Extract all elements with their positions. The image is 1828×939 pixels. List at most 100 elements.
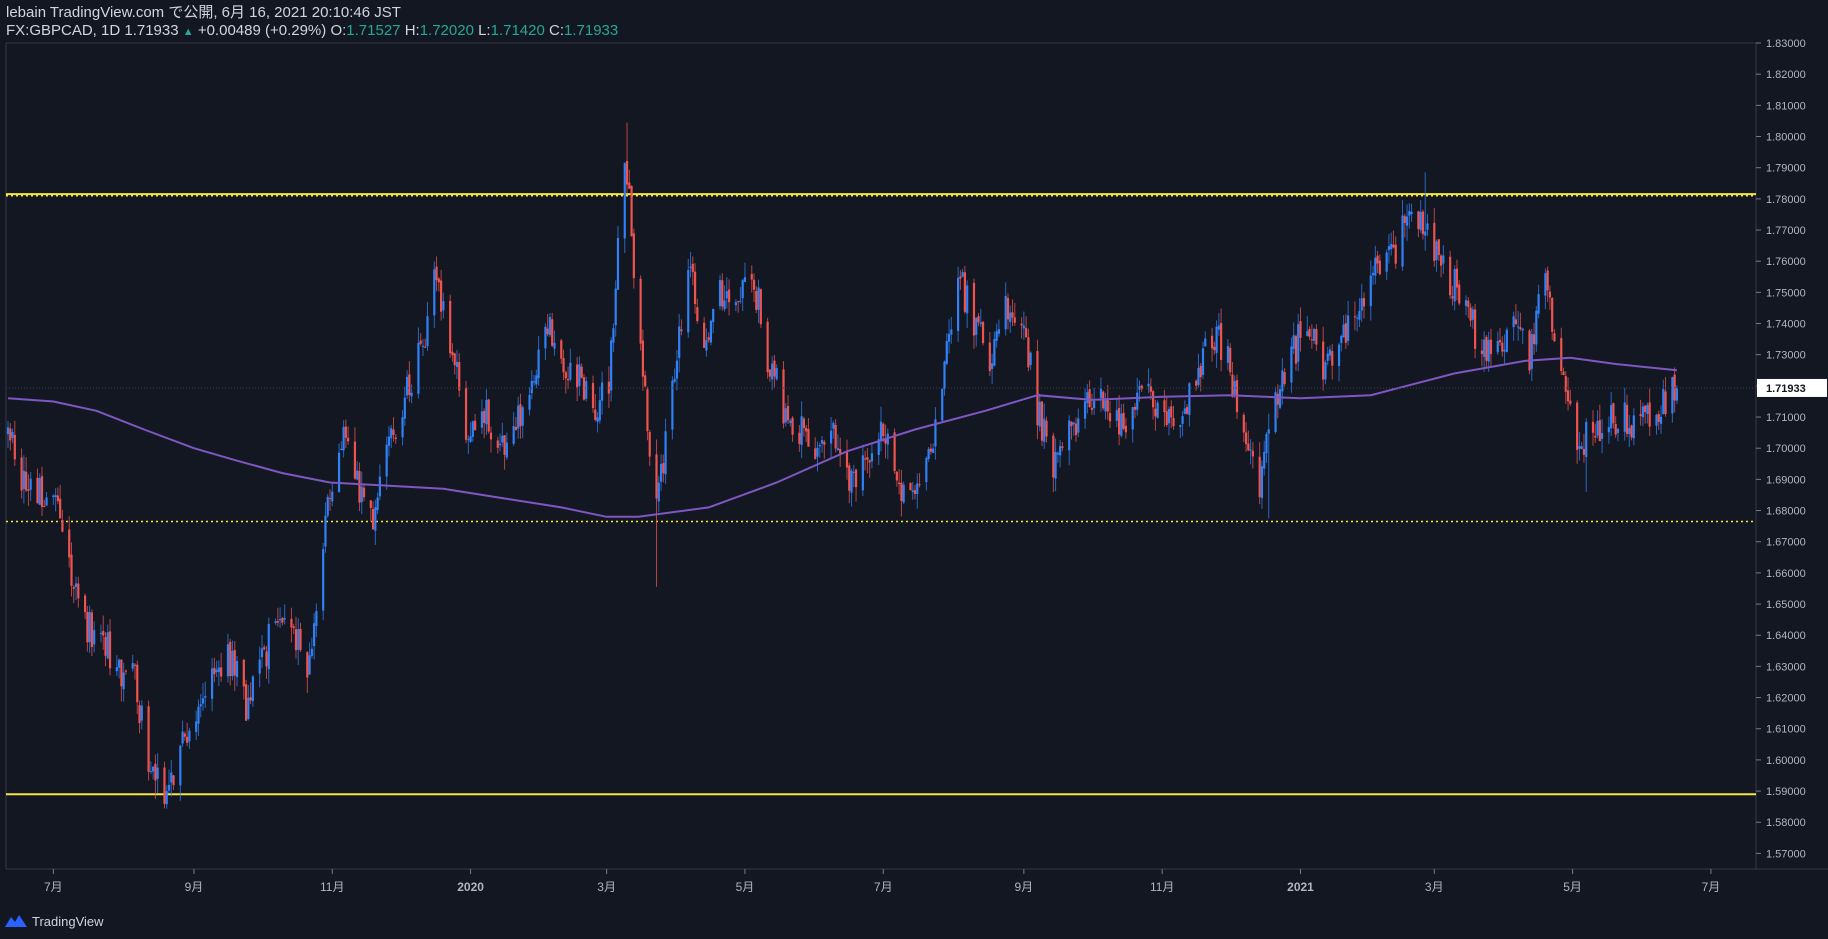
candle-body	[1108, 413, 1112, 422]
brand-label: TradingView	[32, 913, 104, 929]
candle-body	[1294, 335, 1298, 364]
candle-body	[1093, 400, 1096, 409]
candle-body	[306, 652, 309, 678]
candle-body	[696, 307, 699, 322]
candle-body	[102, 631, 105, 636]
candle-body	[512, 426, 515, 444]
candle-body	[1347, 315, 1350, 341]
candle-body	[1519, 327, 1522, 330]
candle-body	[1625, 404, 1629, 434]
candle-body	[1392, 244, 1395, 248]
candle-body	[1124, 425, 1127, 433]
candle-body	[215, 669, 218, 673]
time-tick-label: 3月	[1425, 880, 1444, 894]
candle-body	[458, 362, 461, 391]
candle-body	[483, 410, 486, 423]
candle-body	[328, 498, 332, 500]
price-tick-label: 1.64000	[1766, 630, 1806, 642]
candle-body	[1426, 223, 1429, 230]
price-axis[interactable]: 1.57000 1.58000 1.59000 1.60000 1.61000 1.620…	[1756, 38, 1806, 860]
candle-body	[1220, 323, 1223, 361]
candle-body	[1612, 403, 1615, 424]
candle-body	[600, 382, 604, 401]
candle-body	[1310, 339, 1313, 341]
price-tick-label: 1.65000	[1766, 599, 1806, 611]
candle-body	[1308, 328, 1311, 337]
candle-body	[546, 328, 549, 335]
candle-body	[421, 345, 425, 347]
price-tick-label: 1.75000	[1766, 287, 1806, 299]
candle-body	[54, 495, 57, 498]
candle-body	[342, 426, 345, 451]
candle-body	[1394, 244, 1397, 264]
candle-body	[786, 405, 790, 421]
candle-body	[1501, 342, 1504, 352]
candle-body	[233, 649, 236, 676]
candle-body	[596, 417, 599, 422]
candle-body	[387, 436, 391, 446]
candle-body	[313, 623, 316, 647]
candle-body	[945, 341, 948, 364]
candle-body	[417, 342, 420, 394]
candle-body	[1324, 362, 1327, 380]
candle-body	[678, 326, 681, 358]
candle-body	[662, 463, 665, 474]
candle-body	[1537, 294, 1540, 314]
candle-body	[1532, 334, 1536, 344]
candle-body	[394, 437, 397, 439]
candle-body	[1099, 388, 1103, 398]
candle-body	[655, 454, 658, 499]
candle-body	[514, 426, 518, 430]
candle-body	[1006, 297, 1010, 320]
candle-body	[20, 457, 23, 491]
price-chart[interactable]: 1.57000 1.58000 1.59000 1.60000 1.61000 1.620…	[0, 0, 1828, 939]
time-tick-label: 7月	[44, 880, 63, 894]
candle-body	[136, 664, 139, 703]
candle-body	[1614, 424, 1617, 435]
candle-body	[997, 329, 1001, 334]
time-tick-label: 5月	[1563, 880, 1582, 894]
candle-body	[204, 695, 207, 698]
price-tick-label: 1.69000	[1766, 474, 1806, 486]
candle-body	[610, 340, 613, 391]
candle-body	[36, 477, 39, 504]
candle-body	[217, 667, 220, 673]
candle-body	[743, 277, 747, 282]
candle-body	[950, 329, 953, 335]
candle-body	[1210, 335, 1214, 349]
candle-body	[594, 409, 597, 420]
candle-body	[496, 440, 499, 448]
price-tick-label: 1.58000	[1766, 817, 1806, 829]
candle-body	[258, 659, 261, 674]
candle-body	[1149, 386, 1152, 392]
candle-body	[709, 320, 713, 343]
candle-body	[118, 659, 121, 668]
candle-body	[1249, 449, 1252, 451]
candle-body	[376, 497, 379, 511]
moving-average	[7, 356, 1678, 518]
candle-body	[99, 632, 103, 634]
candle-body	[6, 427, 10, 435]
candle-body	[562, 358, 565, 373]
candle-body	[707, 337, 710, 341]
candle-body	[1585, 421, 1588, 457]
candle-body	[582, 377, 586, 400]
candle-body	[870, 453, 874, 462]
time-tick-label: 9月	[1015, 880, 1034, 894]
candle-body	[45, 497, 48, 506]
candle-body	[551, 319, 554, 346]
time-axis[interactable]: 7月 9月 11月 2020 3月 5月 7月 9月 11月 2021 3月 5月 7月	[44, 869, 1720, 894]
candle-body	[124, 670, 128, 672]
candle-body	[1072, 422, 1075, 425]
candle-body	[68, 529, 71, 558]
candle-body	[1040, 401, 1044, 441]
candle-body	[918, 484, 921, 486]
candle-body	[77, 583, 80, 599]
candle-body	[503, 435, 506, 455]
candle-body	[1117, 407, 1121, 435]
candle-body	[1167, 408, 1171, 424]
candle-body	[723, 300, 726, 310]
candle-body	[1090, 407, 1093, 410]
candle-body	[1548, 291, 1552, 298]
candle-body	[1655, 414, 1658, 426]
